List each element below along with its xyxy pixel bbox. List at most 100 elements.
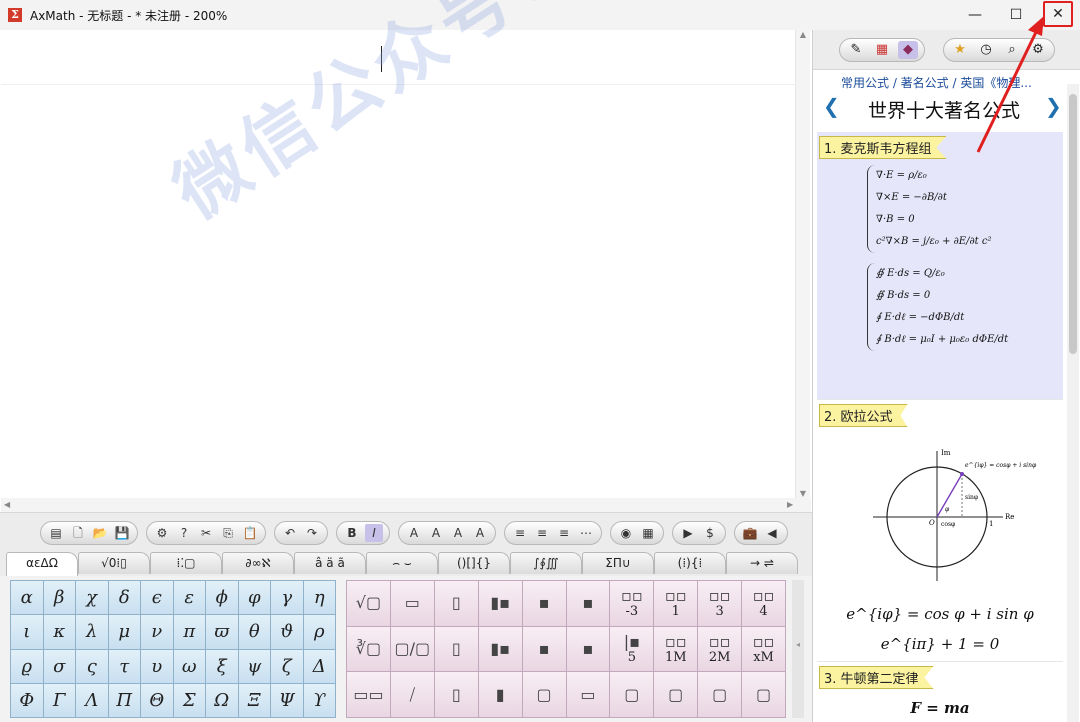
toolbar-button[interactable]: 📋	[241, 524, 259, 542]
bookmark-icon[interactable]: ◆	[898, 41, 918, 59]
greek-symbol-button[interactable]: π	[173, 615, 205, 649]
editor-vertical-scrollbar[interactable]: ▲ ▼	[796, 30, 810, 498]
template-button[interactable]: √▢	[347, 581, 390, 626]
toolbar-button[interactable]: A	[427, 524, 445, 542]
template-button[interactable]: ▢	[522, 672, 566, 717]
template-button[interactable]: ▭	[566, 672, 610, 717]
greek-symbol-button[interactable]: Σ	[173, 683, 205, 717]
toolbar-button[interactable]: 💼	[741, 524, 759, 542]
toolbar-button[interactable]: 📂	[91, 524, 109, 542]
formula-section-euler[interactable]: 2. 欧拉公式 Im Re O 1 cosφ sinφ φ e^{iφ} = c…	[817, 400, 1063, 662]
template-button[interactable]: ▪	[522, 626, 566, 672]
greek-symbol-button[interactable]: θ	[238, 615, 270, 649]
greek-symbol-button[interactable]: Θ	[141, 683, 173, 717]
template-button[interactable]: ▪	[522, 581, 566, 626]
toolbar-button[interactable]: ?	[175, 524, 193, 542]
toolbar-button[interactable]: ▶	[679, 524, 697, 542]
greek-symbol-button[interactable]: α	[11, 581, 43, 615]
category-tab[interactable]: αεΔΩ	[6, 552, 78, 576]
brush-icon[interactable]: ✎	[846, 41, 866, 59]
template-button[interactable]: ▢	[654, 672, 698, 717]
toolbar-button[interactable]: ↶	[281, 524, 299, 542]
formula-editor[interactable]	[1, 30, 796, 498]
greek-symbol-button[interactable]: φ	[238, 581, 270, 615]
clock-icon[interactable]: ◷	[976, 41, 996, 59]
greek-symbol-button[interactable]: Λ	[76, 683, 108, 717]
greek-symbol-button[interactable]: ϱ	[11, 649, 43, 683]
greek-symbol-button[interactable]: ν	[141, 615, 173, 649]
greek-symbol-button[interactable]: ω	[173, 649, 205, 683]
category-tab[interactable]: ∂∞ℵ	[222, 552, 294, 574]
minimize-button[interactable]: —	[955, 0, 995, 30]
template-button[interactable]: ▫▫ xM	[742, 626, 785, 672]
category-tab[interactable]: √0⁞▯	[78, 552, 150, 574]
toolbar-button[interactable]: ⚙	[153, 524, 171, 542]
greek-symbol-button[interactable]: ε	[173, 581, 205, 615]
template-button[interactable]: ▢	[698, 672, 742, 717]
previous-page-icon[interactable]: ❮	[823, 94, 840, 118]
template-button[interactable]: ▯	[434, 581, 478, 626]
greek-symbol-button[interactable]: υ	[141, 649, 173, 683]
greek-symbol-button[interactable]: Δ	[303, 649, 335, 683]
template-button[interactable]: ▢	[742, 672, 785, 717]
greek-symbol-button[interactable]: ξ	[206, 649, 238, 683]
template-button[interactable]: ▪	[566, 626, 610, 672]
greek-symbol-button[interactable]: ι	[11, 615, 43, 649]
toolbar-button[interactable]: I	[365, 524, 383, 542]
toolbar-button[interactable]: $	[701, 524, 719, 542]
category-tab[interactable]: ⁞⁚▢	[150, 552, 222, 574]
toolbar-button[interactable]: ⋯	[577, 524, 595, 542]
greek-symbol-button[interactable]: ψ	[238, 649, 270, 683]
template-button[interactable]: ▯	[434, 672, 478, 717]
greek-symbol-button[interactable]: χ	[76, 581, 108, 615]
greek-symbol-button[interactable]: λ	[76, 615, 108, 649]
template-button[interactable]: ▫▫ -3	[610, 581, 654, 626]
greek-symbol-button[interactable]: κ	[43, 615, 75, 649]
greek-symbol-button[interactable]: ς	[76, 649, 108, 683]
scroll-up-arrow-icon[interactable]: ▲	[796, 30, 810, 39]
toolbar-button[interactable]: ≡	[533, 524, 551, 542]
template-button[interactable]: ▪	[566, 581, 610, 626]
toolbar-button[interactable]: ≡	[555, 524, 573, 542]
formula-section-maxwell[interactable]: 1. 麦克斯韦方程组 ∇·E = ρ/ε₀ ∇×E = −∂B/∂t ∇·B =…	[817, 132, 1063, 400]
greek-symbol-button[interactable]: Π	[108, 683, 140, 717]
template-button[interactable]: ▫▫ 2M	[698, 626, 742, 672]
greek-symbol-button[interactable]: η	[303, 581, 335, 615]
greek-symbol-button[interactable]: σ	[43, 649, 75, 683]
greek-symbol-button[interactable]: μ	[108, 615, 140, 649]
greek-symbol-button[interactable]: ϵ	[141, 581, 173, 615]
next-page-icon[interactable]: ❯	[1045, 94, 1062, 118]
greek-symbol-button[interactable]: β	[43, 581, 75, 615]
greek-symbol-button[interactable]: ρ	[303, 615, 335, 649]
template-button[interactable]: ▭	[390, 581, 434, 626]
toolbar-button[interactable]: A	[449, 524, 467, 542]
greek-symbol-button[interactable]: Ψ	[271, 683, 303, 717]
template-button[interactable]: ▮▪	[478, 626, 522, 672]
scroll-down-arrow-icon[interactable]: ▼	[796, 489, 810, 498]
template-button[interactable]: ⧸	[390, 672, 434, 717]
toolbar-button[interactable]: ▤	[47, 524, 65, 542]
toolbar-button[interactable]: ≡	[511, 524, 529, 542]
editor-horizontal-scrollbar[interactable]: ◀ ▶	[1, 498, 811, 512]
toolbar-button[interactable]: 🗋	[69, 524, 87, 542]
category-tab[interactable]: ⌢ ⌣	[366, 552, 438, 574]
greek-symbol-button[interactable]: ζ	[271, 649, 303, 683]
scroll-left-arrow-icon[interactable]: ◀	[4, 500, 10, 509]
settings-icon[interactable]: ⚙	[1028, 41, 1048, 59]
greek-symbol-button[interactable]: δ	[108, 581, 140, 615]
template-button[interactable]: ▮	[478, 672, 522, 717]
template-button[interactable]: ▫▫ 1M	[654, 626, 698, 672]
category-tab[interactable]: ()[]{}	[438, 552, 510, 574]
category-tab[interactable]: ΣΠ∪	[582, 552, 654, 574]
category-tab[interactable]: â ä ã	[294, 552, 366, 574]
template-button[interactable]: ▯	[434, 626, 478, 672]
greek-symbol-button[interactable]: Ξ	[238, 683, 270, 717]
template-button[interactable]: |▪ 5	[610, 626, 654, 672]
symbol-panel-scrollbar[interactable]: ◂	[792, 580, 804, 718]
greek-symbol-button[interactable]: ϕ	[206, 581, 238, 615]
greek-symbol-button[interactable]: τ	[108, 649, 140, 683]
category-tab[interactable]: → ⇌	[726, 552, 798, 574]
maximize-button[interactable]: ☐	[996, 0, 1036, 30]
greek-symbol-button[interactable]: Ω	[206, 683, 238, 717]
template-button[interactable]: ▮▪	[478, 581, 522, 626]
